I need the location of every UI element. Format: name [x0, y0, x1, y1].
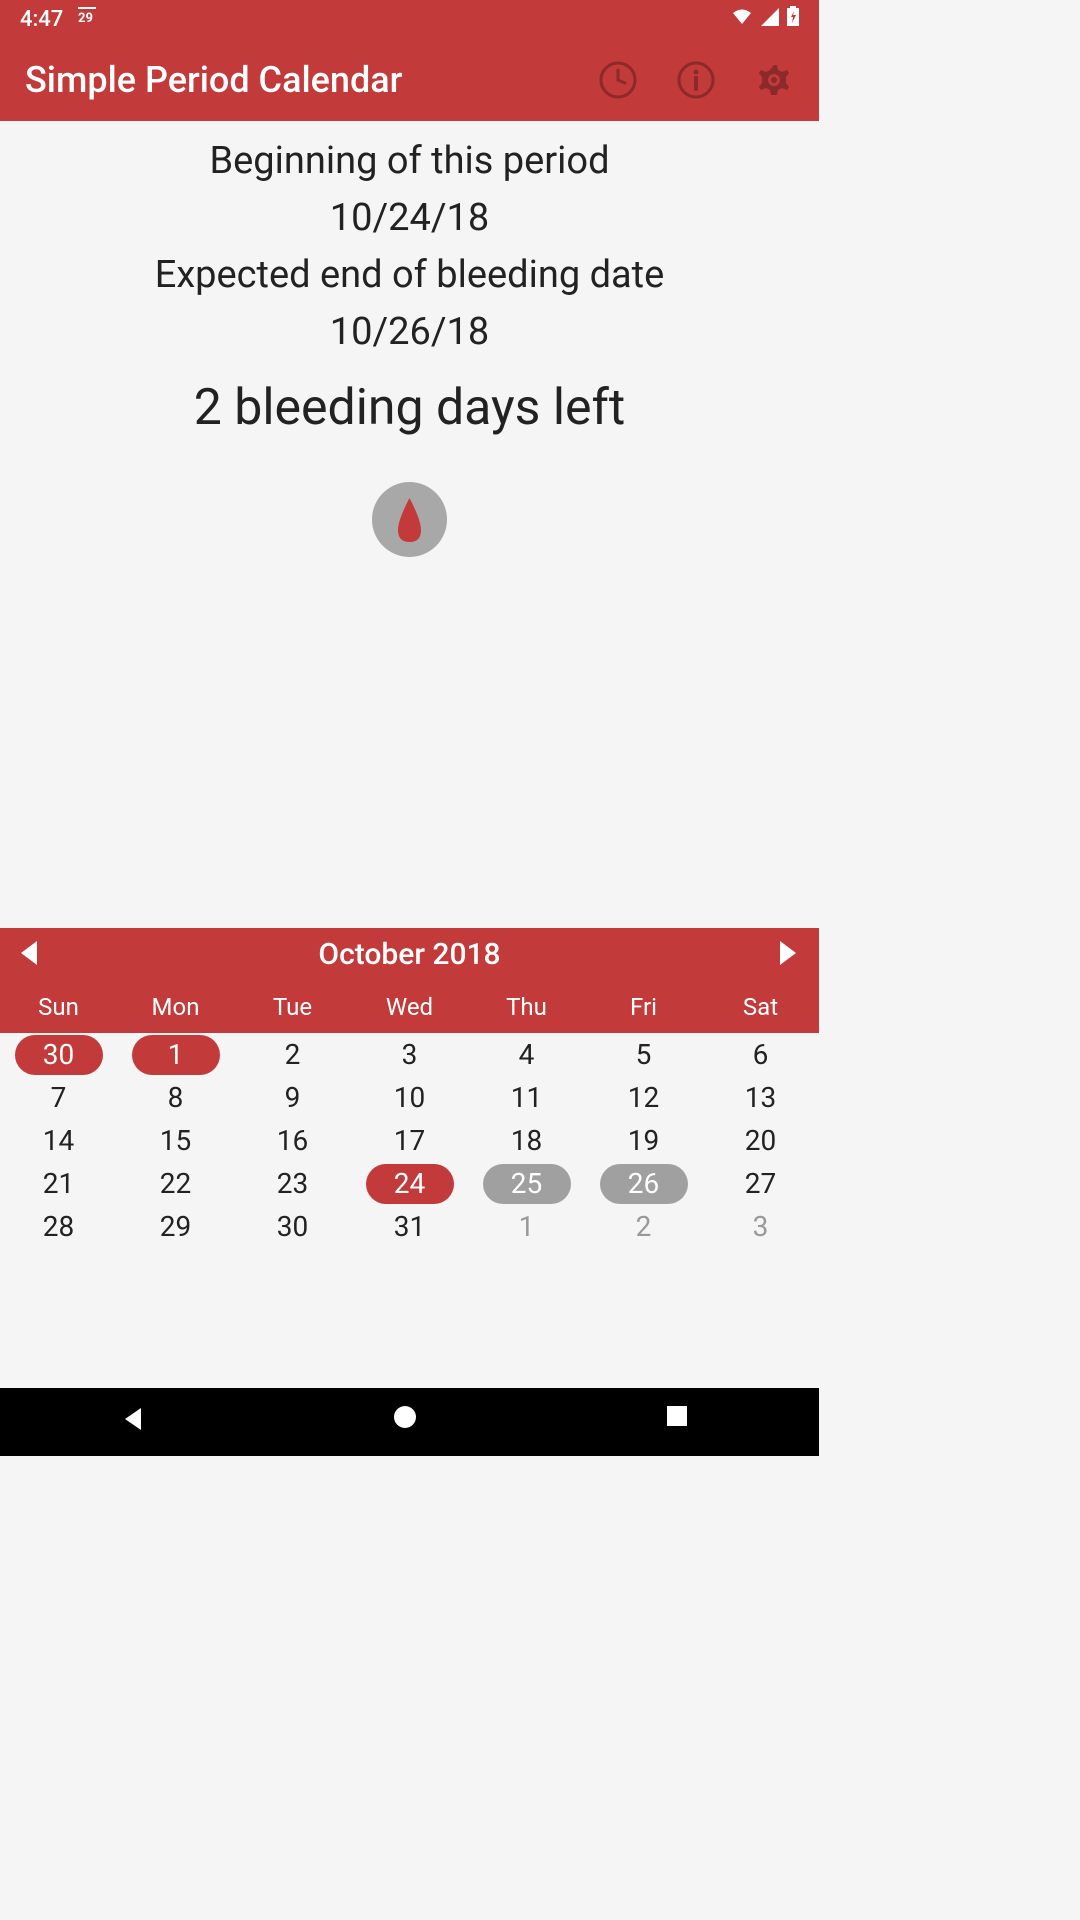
calendar-day[interactable]: 28: [0, 1210, 117, 1243]
calendar-day[interactable]: 8: [117, 1081, 234, 1114]
calendar-day[interactable]: 23: [234, 1167, 351, 1200]
calendar-header: October 2018: [0, 928, 819, 980]
clock-icon: [599, 61, 637, 99]
end-date: 10/26/18: [0, 304, 819, 361]
day-header: Thu: [468, 980, 585, 1033]
calendar-day[interactable]: 2: [585, 1210, 702, 1243]
gear-icon: [755, 61, 793, 99]
begin-date: 10/24/18: [0, 190, 819, 247]
calendar-day[interactable]: 26: [585, 1164, 702, 1204]
calendar-day[interactable]: 12: [585, 1081, 702, 1114]
calendar-day[interactable]: 31: [351, 1210, 468, 1243]
bottom-spacer: [0, 1248, 819, 1388]
expected-day-pill: 26: [600, 1164, 688, 1204]
month-label: October 2018: [318, 937, 500, 972]
calendar-day[interactable]: 6: [702, 1038, 819, 1071]
info-icon: [677, 61, 715, 99]
calendar-day[interactable]: 14: [0, 1124, 117, 1157]
period-day-pill: 1: [132, 1035, 220, 1075]
day-header: Fri: [585, 980, 702, 1033]
end-label: Expected end of bleeding date: [0, 247, 819, 304]
blood-drop-icon: [392, 495, 427, 545]
chevron-right-icon: [774, 939, 802, 967]
period-day-pill: 30: [15, 1035, 103, 1075]
day-headers: SunMonTueWedThuFriSat: [0, 980, 819, 1033]
status-right: [731, 6, 799, 32]
app-title: Simple Period Calendar: [25, 59, 598, 101]
wifi-icon: [731, 7, 753, 32]
calendar-row: 212223 24 25 26 27: [0, 1162, 819, 1205]
period-day-pill: 24: [366, 1164, 454, 1204]
days-left: 2 bleeding days left: [0, 379, 819, 437]
cell-signal-icon: [761, 7, 779, 32]
info-button[interactable]: [676, 60, 716, 100]
calendar-day[interactable]: 3: [702, 1210, 819, 1243]
back-triangle-icon: [119, 1404, 149, 1434]
home-circle-icon: [392, 1404, 418, 1430]
svg-text:29: 29: [78, 11, 93, 26]
expected-day-pill: 25: [483, 1164, 571, 1204]
calendar-day[interactable]: 27: [702, 1167, 819, 1200]
calendar-day[interactable]: 11: [468, 1081, 585, 1114]
calendar-day[interactable]: 9: [234, 1081, 351, 1114]
chevron-left-icon: [15, 939, 43, 967]
calendar-day[interactable]: 25: [468, 1164, 585, 1204]
begin-label: Beginning of this period: [0, 133, 819, 190]
info-section: Beginning of this period 10/24/18 Expect…: [0, 121, 819, 569]
status-left: 4:47 29: [20, 6, 98, 32]
calendar-row: 14151617181920: [0, 1119, 819, 1162]
day-header: Sun: [0, 980, 117, 1033]
calendar-day[interactable]: 24: [351, 1164, 468, 1204]
home-button[interactable]: [392, 1404, 428, 1440]
calendar-row: 28293031123: [0, 1205, 819, 1248]
app-bar-icons: [598, 60, 794, 100]
calendar-day[interactable]: 10: [351, 1081, 468, 1114]
day-header: Sat: [702, 980, 819, 1033]
app-bar: Simple Period Calendar: [0, 38, 819, 121]
temperature-icon: 29: [78, 6, 98, 32]
calendar-day[interactable]: 20: [702, 1124, 819, 1157]
day-header: Tue: [234, 980, 351, 1033]
next-month-button[interactable]: [774, 939, 804, 969]
calendar-day[interactable]: 17: [351, 1124, 468, 1157]
calendar-day[interactable]: 21: [0, 1167, 117, 1200]
drop-button[interactable]: [372, 482, 447, 557]
calendar-day[interactable]: 2: [234, 1038, 351, 1071]
recent-button[interactable]: [665, 1404, 701, 1440]
battery-icon: [787, 6, 799, 32]
calendar-day[interactable]: 1: [117, 1035, 234, 1075]
calendar-day[interactable]: 5: [585, 1038, 702, 1071]
settings-button[interactable]: [754, 60, 794, 100]
status-bar: 4:47 29: [0, 0, 819, 38]
day-header: Mon: [117, 980, 234, 1033]
calendar-row: 30 123456: [0, 1033, 819, 1076]
calendar-grid: 3012345678910111213141516171819202122232…: [0, 1033, 819, 1248]
calendar-day[interactable]: 30: [234, 1210, 351, 1243]
calendar-day[interactable]: 15: [117, 1124, 234, 1157]
calendar-day[interactable]: 13: [702, 1081, 819, 1114]
navigation-bar: [0, 1388, 819, 1456]
drop-icon-container: [0, 482, 819, 557]
calendar-day[interactable]: 3: [351, 1038, 468, 1071]
prev-month-button[interactable]: [15, 939, 45, 969]
calendar-day[interactable]: 19: [585, 1124, 702, 1157]
day-header: Wed: [351, 980, 468, 1033]
calendar-row: 78910111213: [0, 1076, 819, 1119]
calendar-day[interactable]: 18: [468, 1124, 585, 1157]
spacer: [0, 569, 819, 928]
calendar-day[interactable]: 16: [234, 1124, 351, 1157]
calendar-day[interactable]: 30: [0, 1035, 117, 1075]
calendar-day[interactable]: 22: [117, 1167, 234, 1200]
back-button[interactable]: [119, 1404, 155, 1440]
calendar-day[interactable]: 29: [117, 1210, 234, 1243]
clock-button[interactable]: [598, 60, 638, 100]
calendar-day[interactable]: 1: [468, 1210, 585, 1243]
calendar-day[interactable]: 7: [0, 1081, 117, 1114]
status-time: 4:47: [20, 7, 63, 32]
recent-square-icon: [665, 1404, 689, 1428]
calendar-day[interactable]: 4: [468, 1038, 585, 1071]
